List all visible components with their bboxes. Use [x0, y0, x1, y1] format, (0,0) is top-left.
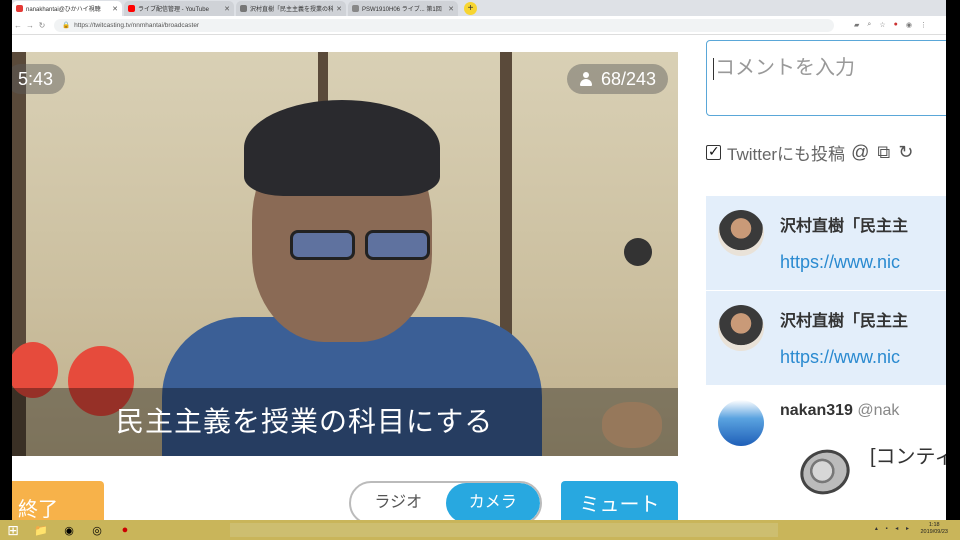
taskbar-window-strip: [230, 523, 778, 537]
commenter-name: nakan319 @nak: [780, 402, 899, 420]
tab-title: 沢村直樹「民主主義を授業の科目に」: [250, 7, 334, 13]
commenter-name: 沢村直樹「民主主: [780, 218, 909, 235]
copy-icon[interactable]: ⧉: [877, 142, 890, 163]
tab-youtube[interactable]: ライブ配信管理 - YouTube ✕: [124, 1, 234, 16]
person-hair: [244, 100, 440, 196]
obs-icon[interactable]: ◉: [58, 521, 80, 539]
avatar[interactable]: [718, 400, 764, 446]
browser-window: nanakhantai@ひかハイ視聴 ✕ ライブ配信管理 - YouTube ✕…: [12, 0, 946, 520]
file-explorer-icon[interactable]: 📁: [30, 521, 52, 539]
source-toggle[interactable]: ラジオ カメラ: [349, 481, 542, 520]
tab-psw[interactable]: PSW1910H06 ライブ... 第1回 ✕: [348, 1, 458, 16]
tab-title: nanakhantai@ひかハイ視聴: [26, 7, 101, 13]
system-tray-icons[interactable]: ▴ ▪ ◂ ▸: [875, 525, 912, 532]
windows-start-icon[interactable]: ⊞: [2, 521, 24, 539]
bookmark-star-icon[interactable]: ☆: [879, 21, 885, 29]
tab-title: PSW1910H06 ライブ... 第1回: [362, 7, 442, 13]
chrome-icon[interactable]: ◎: [86, 521, 108, 539]
extension-icon[interactable]: ●: [894, 21, 898, 29]
address-bar: ← → ↻ 🔒 https://twitcasting.tv/nnmhantai…: [12, 16, 946, 35]
url-text: https://twitcasting.tv/nnmhantai/broadca…: [74, 21, 200, 29]
twitter-post-label: Twitterにも投稿: [727, 144, 846, 164]
windows-taskbar: ⊞ 📁 ◉ ◎ ● ▴ ▪ ◂ ▸ 1:18 2019/09/23: [0, 520, 960, 540]
profile-avatar-icon[interactable]: ◉: [906, 21, 912, 29]
twitcasting-favicon-icon: [16, 5, 23, 12]
commenter-display-name: nakan319: [780, 402, 853, 419]
new-tab-button[interactable]: +: [464, 2, 477, 15]
live-video-preview: 5:43 68/243 民主主義を授業の科目にする: [12, 52, 678, 456]
reload-icon[interactable]: ↻: [36, 21, 48, 30]
commenter-name: 沢村直樹「民主主: [780, 313, 909, 330]
avatar[interactable]: [718, 210, 764, 256]
page-favicon-icon: [240, 5, 247, 12]
forward-arrow-icon[interactable]: →: [24, 21, 36, 30]
mention-icon[interactable]: @: [851, 142, 869, 163]
twitter-post-row: Twitterにも投稿 @ ⧉ ↻: [706, 140, 946, 164]
back-arrow-icon[interactable]: ←: [12, 21, 24, 30]
person-glasses: [290, 230, 430, 260]
comment-link[interactable]: https://www.nic: [780, 252, 900, 273]
close-icon[interactable]: ✕: [336, 5, 342, 13]
close-icon[interactable]: ✕: [448, 5, 454, 13]
comment-list: 沢村直樹「民主主 https://www.nic 沢村直樹「民主主 https:…: [706, 196, 946, 481]
text-caret: [713, 57, 714, 80]
url-input[interactable]: 🔒 https://twitcasting.tv/nnmhantai/broad…: [54, 18, 834, 32]
tab-title: ライブ配信管理 - YouTube: [138, 7, 209, 13]
close-icon[interactable]: ✕: [224, 5, 230, 13]
comment-text: [コンティ: [870, 446, 946, 468]
broadcast-caption: 民主主義を授業の科目にする: [12, 388, 678, 456]
menu-icon[interactable]: ⋮: [920, 21, 927, 29]
tab-article[interactable]: 沢村直樹「民主主義を授業の科目に」 ✕: [236, 1, 346, 16]
close-icon[interactable]: ✕: [112, 5, 118, 13]
list-item[interactable]: 沢村直樹「民主主 https://www.nic: [706, 196, 946, 291]
broadcast-controls: 終了 ラジオ カメラ ミュート: [12, 478, 678, 520]
left-black-bar: [0, 0, 12, 520]
commenter-handle: @nak: [857, 402, 900, 419]
viewer-count-text: 68/243: [600, 69, 656, 89]
youtube-favicon-icon: [128, 5, 135, 12]
comment-tools: @ ⧉ ↻: [851, 142, 913, 163]
end-broadcast-button[interactable]: 終了: [12, 481, 104, 520]
app-icon[interactable]: ●: [114, 521, 136, 539]
comment-placeholder: コメントを入力: [715, 57, 855, 79]
radio-option[interactable]: ラジオ: [351, 483, 446, 520]
tab-twitcasting[interactable]: nanakhantai@ひかハイ視聴 ✕: [12, 1, 122, 16]
user-icon: [579, 72, 593, 86]
list-item[interactable]: 沢村直樹「民主主 https://www.nic: [706, 291, 946, 386]
clock-time: 1:18: [928, 522, 940, 528]
avatar[interactable]: [718, 305, 764, 351]
zoom-icon[interactable]: ⌕: [867, 21, 871, 29]
twitter-post-checkbox[interactable]: [706, 143, 721, 160]
taskbar-clock[interactable]: 1:18 2019/09/23: [920, 522, 948, 536]
page-favicon-icon: [352, 5, 359, 12]
camera-option[interactable]: カメラ: [445, 483, 540, 520]
comment-link[interactable]: https://www.nic: [780, 347, 900, 368]
comment-input[interactable]: コメントを入力: [706, 40, 946, 116]
lock-icon: 🔒: [62, 22, 71, 29]
tab-strip: nanakhantai@ひかハイ視聴 ✕ ライブ配信管理 - YouTube ✕…: [12, 0, 946, 16]
cast-icon[interactable]: ▰: [854, 21, 859, 29]
broadcast-timer: 5:43: [12, 64, 66, 94]
viewer-count: 68/243: [566, 64, 668, 94]
refresh-icon[interactable]: ↻: [898, 142, 913, 163]
mute-button[interactable]: ミュート: [561, 481, 678, 520]
clock-date: 2019/09/23: [920, 529, 948, 535]
right-black-bar: [946, 0, 960, 520]
browser-extensions: ▰ ⌕ ☆ ● ◉ ⋮: [854, 21, 927, 29]
end-button-label: 終了: [18, 499, 58, 520]
wall-fixture: [624, 238, 652, 266]
